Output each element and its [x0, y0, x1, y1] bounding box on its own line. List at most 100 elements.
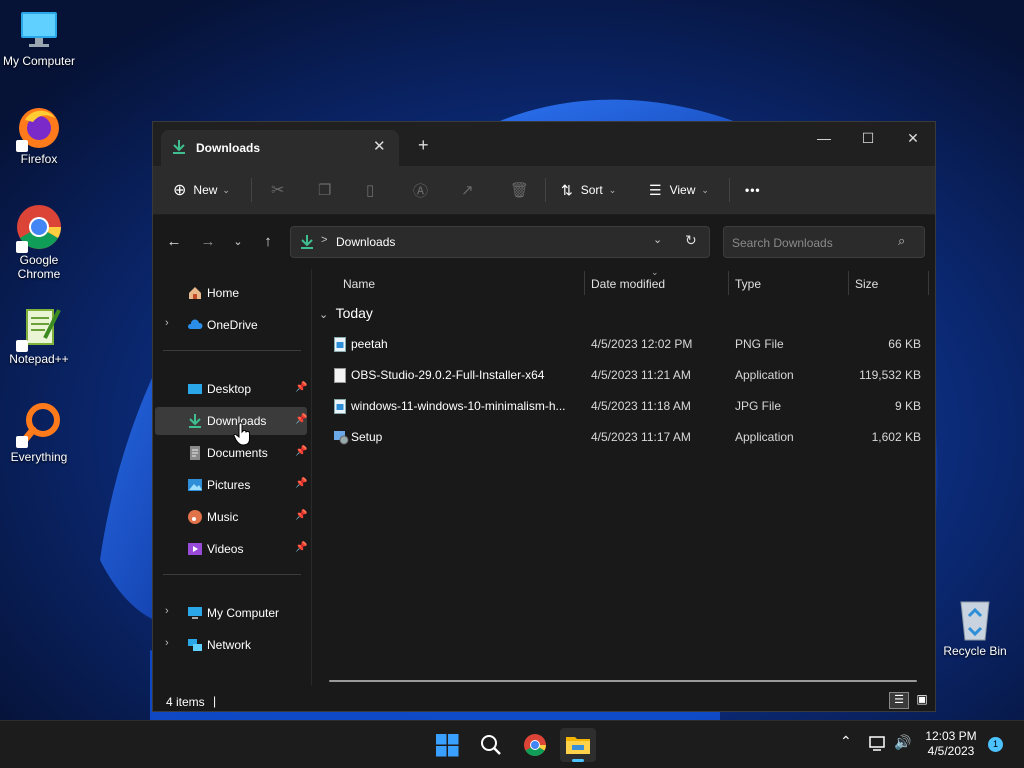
- column-separator[interactable]: [584, 271, 585, 295]
- tab-close-icon[interactable]: ✕: [373, 137, 386, 155]
- chevron-right-icon[interactable]: ›: [165, 605, 169, 617]
- file-explorer-taskbar-button[interactable]: [560, 728, 596, 762]
- search-input[interactable]: [730, 233, 894, 253]
- refresh-icon[interactable]: ↻: [685, 232, 697, 249]
- search-icon[interactable]: ⌕: [898, 233, 905, 249]
- copy-button[interactable]: ❐: [318, 166, 331, 214]
- horizontal-scrollbar[interactable]: [329, 680, 917, 682]
- desktop-icon-recycle-bin[interactable]: Recycle Bin: [936, 596, 1014, 658]
- forward-button[interactable]: →: [197, 232, 219, 254]
- up-button[interactable]: ↑: [257, 232, 279, 254]
- nav-item-downloads[interactable]: Downloads 📌: [155, 407, 307, 435]
- table-row[interactable]: Setup 4/5/2023 11:17 AM Application 1,60…: [313, 423, 935, 451]
- column-header-size[interactable]: Size: [855, 277, 878, 291]
- desktop-icon: [188, 384, 202, 394]
- nav-item-videos[interactable]: Videos 📌: [155, 535, 307, 563]
- shortcut-arrow-icon: [16, 340, 28, 352]
- table-row[interactable]: peetah 4/5/2023 12:02 PM PNG File 66 KB: [313, 330, 935, 358]
- column-header-date[interactable]: Date modified: [591, 277, 665, 291]
- nav-item-label: Home: [207, 286, 240, 300]
- sort-button[interactable]: ⇅ Sort ⌄: [561, 166, 616, 214]
- view-list-icon: ☰: [649, 181, 662, 198]
- column-separator[interactable]: [728, 271, 729, 295]
- shortcut-arrow-icon: [16, 140, 28, 152]
- delete-button[interactable]: 🗑: [510, 166, 529, 214]
- notification-badge[interactable]: 1: [988, 737, 1003, 752]
- cut-button[interactable]: ✂: [271, 166, 284, 214]
- address-bar[interactable]: > Downloads ⌄ ↻: [290, 226, 710, 258]
- hand-cursor-icon: [233, 422, 251, 446]
- navigation-pane: Home › OneDrive Desktop 📌 Downloads 📌 Do…: [153, 269, 311, 681]
- nav-item-my-computer[interactable]: › My Computer: [155, 599, 307, 627]
- nav-item-pictures[interactable]: Pictures 📌: [155, 471, 307, 499]
- nav-item-onedrive[interactable]: › OneDrive: [155, 311, 307, 339]
- table-row[interactable]: windows-11-windows-10-minimalism-h... 4/…: [313, 392, 935, 420]
- recent-locations-button[interactable]: ⌄: [227, 232, 249, 254]
- minimize-button[interactable]: —: [801, 124, 847, 154]
- chrome-taskbar-button[interactable]: [517, 728, 553, 762]
- pane-divider[interactable]: [311, 269, 312, 685]
- desktop-icon-chrome[interactable]: Google Chrome: [0, 203, 78, 281]
- nav-item-music[interactable]: Music 📌: [155, 503, 307, 531]
- document-icon: [190, 446, 200, 460]
- nav-item-network[interactable]: › Network: [155, 631, 307, 659]
- search-button[interactable]: [473, 728, 509, 762]
- chevron-right-icon[interactable]: ›: [165, 317, 169, 329]
- image-file-icon: [334, 337, 346, 352]
- setup-icon: [334, 431, 349, 445]
- chevron-right-icon[interactable]: ›: [165, 637, 169, 649]
- file-type: Application: [735, 368, 794, 382]
- show-hidden-icons-button[interactable]: ⌃: [840, 733, 852, 750]
- more-options-button[interactable]: •••: [745, 166, 761, 214]
- desktop-icon-label: Notepad++: [9, 352, 69, 366]
- search-box: ⌕: [723, 226, 925, 258]
- new-button[interactable]: ⊕ New ⌄: [173, 166, 230, 214]
- group-label: Today: [335, 305, 373, 321]
- start-button[interactable]: [429, 728, 465, 762]
- file-date: 4/5/2023 11:17 AM: [591, 430, 691, 444]
- rename-button[interactable]: Ⓐ: [413, 166, 428, 214]
- group-header-today[interactable]: ⌄ Today: [319, 305, 373, 321]
- file-date: 4/5/2023 11:21 AM: [591, 368, 691, 382]
- desktop-icon-firefox[interactable]: Firefox: [0, 104, 78, 166]
- file-list: Name ⌄ Date modified Type Size ⌄ Today p…: [313, 267, 935, 681]
- clock-date: 4/5/2023: [927, 744, 975, 758]
- address-dropdown-icon[interactable]: ⌄: [653, 233, 662, 246]
- blank-file-icon: [334, 368, 346, 383]
- active-indicator: [572, 759, 584, 762]
- column-separator[interactable]: [848, 271, 849, 295]
- new-tab-button[interactable]: +: [418, 135, 429, 156]
- details-view-button[interactable]: ☰: [889, 692, 909, 709]
- network-status-icon[interactable]: [869, 735, 889, 753]
- table-row[interactable]: OBS-Studio-29.0.2-Full-Installer-x64 4/5…: [313, 361, 935, 389]
- file-name: windows-11-windows-10-minimalism-h...: [351, 399, 566, 413]
- view-button[interactable]: ☰ View ⌄: [649, 166, 709, 214]
- desktop-icon-everything[interactable]: Everything: [0, 400, 78, 464]
- nav-item-desktop[interactable]: Desktop 📌: [155, 375, 307, 403]
- nav-item-documents[interactable]: Documents 📌: [155, 439, 307, 467]
- clock[interactable]: 12:03 PM 4/5/2023: [922, 729, 980, 759]
- title-bar[interactable]: Downloads ✕ + — ☐ ✕: [153, 122, 935, 166]
- tiles-view-button[interactable]: ▣: [912, 692, 932, 709]
- shortcut-arrow-icon: [16, 436, 28, 448]
- file-size: 9 KB: [894, 399, 921, 413]
- breadcrumb-downloads[interactable]: Downloads: [336, 235, 395, 249]
- column-header-type[interactable]: Type: [735, 277, 761, 291]
- desktop-icon-label: Firefox: [20, 152, 58, 166]
- nav-divider: [163, 574, 301, 575]
- close-window-button[interactable]: ✕: [890, 124, 936, 154]
- download-icon: [189, 414, 201, 428]
- tab-downloads[interactable]: Downloads ✕: [161, 130, 399, 166]
- column-header-name[interactable]: Name: [343, 277, 375, 291]
- paste-button[interactable]: ▯: [366, 166, 374, 214]
- shortcut-arrow-icon: [16, 241, 28, 253]
- column-separator[interactable]: [928, 271, 929, 295]
- share-button[interactable]: ↗: [461, 166, 474, 214]
- desktop-icon-my-computer[interactable]: My Computer: [0, 8, 78, 68]
- image-file-icon: [334, 399, 346, 414]
- desktop-icon-notepadpp[interactable]: Notepad++: [0, 304, 78, 366]
- back-button[interactable]: ←: [163, 232, 185, 254]
- nav-item-home[interactable]: Home: [155, 279, 307, 307]
- volume-icon[interactable]: 🔊: [894, 734, 911, 751]
- maximize-button[interactable]: ☐: [845, 124, 891, 154]
